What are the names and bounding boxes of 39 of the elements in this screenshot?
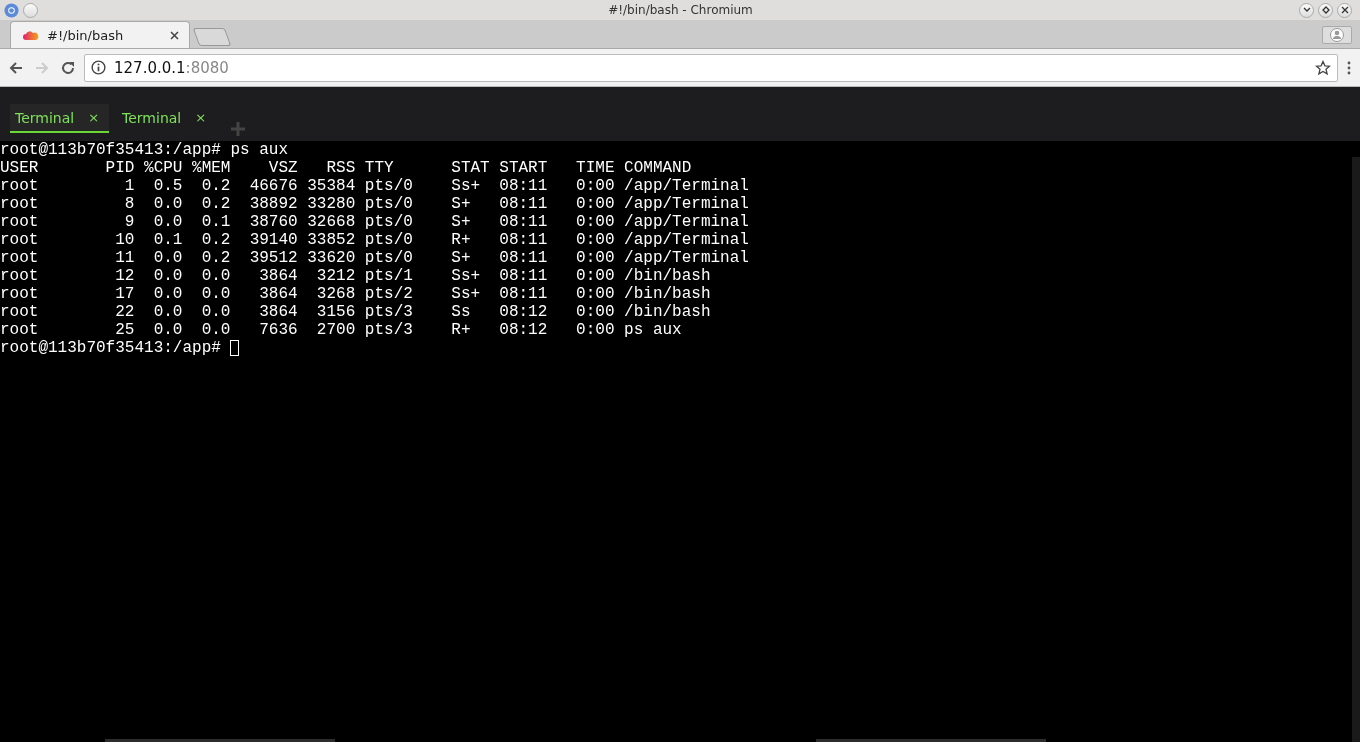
terminal-prompt: root@113b70f35413:/app#: [0, 339, 221, 357]
close-icon[interactable]: [170, 30, 179, 40]
menu-icon: [1346, 59, 1352, 76]
tab-title: #!/bin/bash: [47, 27, 125, 43]
terminal-line: root 12 0.0 0.0 3864 3212 pts/1 Ss+ 08:11 0:00 /bin/bash: [0, 267, 712, 285]
window-title: #!/bin/bash - Chromium: [607, 3, 754, 17]
terminal-line: root 10 0.1 0.2 39140 33852 pts/0 R+ 08:11 0:00 /app/Terminal: [0, 231, 750, 249]
terminal-tab[interactable]: Terminal ×: [117, 104, 217, 133]
minimize-button[interactable]: [1299, 2, 1314, 18]
star-icon[interactable]: [1315, 59, 1331, 76]
diamond-icon: [1321, 6, 1330, 14]
chevron-down-icon: [1302, 7, 1311, 13]
browser-tab[interactable]: #!/bin/bash: [10, 21, 190, 48]
terminal-line: root 1 0.5 0.2 46676 35384 pts/0 Ss+ 08:11 0:00 /app/Terminal: [0, 177, 750, 195]
url-text: 127.0.0.1:8080: [114, 58, 229, 77]
terminal-tab[interactable]: Terminal ×: [10, 104, 110, 133]
close-button[interactable]: [1337, 2, 1352, 18]
maximize-button[interactable]: [1318, 2, 1333, 18]
terminal-line: root 11 0.0 0.2 39512 33620 pts/0 S+ 08:11 0:00 /app/Terminal: [0, 249, 750, 267]
person-icon: [1330, 28, 1344, 42]
close-icon: [1340, 6, 1349, 14]
terminal-line: root@113b70f35413:/app# ps aux: [0, 141, 290, 159]
terminal-line: USER PID %CPU %MEM VSZ RSS TTY STAT START TIME COMMAND: [0, 159, 693, 177]
terminal-line: root 9 0.0 0.1 38760 32668 pts/0 S+ 08:11 0:00 /app/Terminal: [0, 213, 750, 231]
scrollbar[interactable]: [105, 739, 335, 742]
profile-button[interactable]: [1322, 26, 1352, 44]
tab-close-button[interactable]: ×: [195, 110, 207, 125]
terminal-line: root 17 0.0 0.0 3864 3268 pts/2 Ss+ 08:11 0:00 /bin/bash: [0, 285, 712, 303]
terminal-line: root 22 0.0 0.0 3864 3156 pts/3 Ss 08:12 0:00 /bin/bash: [0, 303, 712, 321]
scrollbar[interactable]: [1352, 157, 1360, 742]
tab-close-button[interactable]: ×: [88, 110, 100, 125]
address-bar[interactable]: 127.0.0.1:8080: [84, 53, 1338, 82]
terminal-line: root 8 0.0 0.2 38892 33280 pts/0 S+ 08:11 0:00 /app/Terminal: [0, 195, 750, 213]
cursor: [229, 340, 239, 356]
info-icon[interactable]: [91, 60, 106, 75]
terminal-line: root 25 0.0 0.0 7636 2700 pts/3 R+ 08:12 0:00 ps aux: [0, 321, 683, 339]
scrollbar[interactable]: [816, 739, 1046, 742]
browser-logo-icon: [4, 2, 19, 18]
cloud-icon: [23, 30, 39, 40]
